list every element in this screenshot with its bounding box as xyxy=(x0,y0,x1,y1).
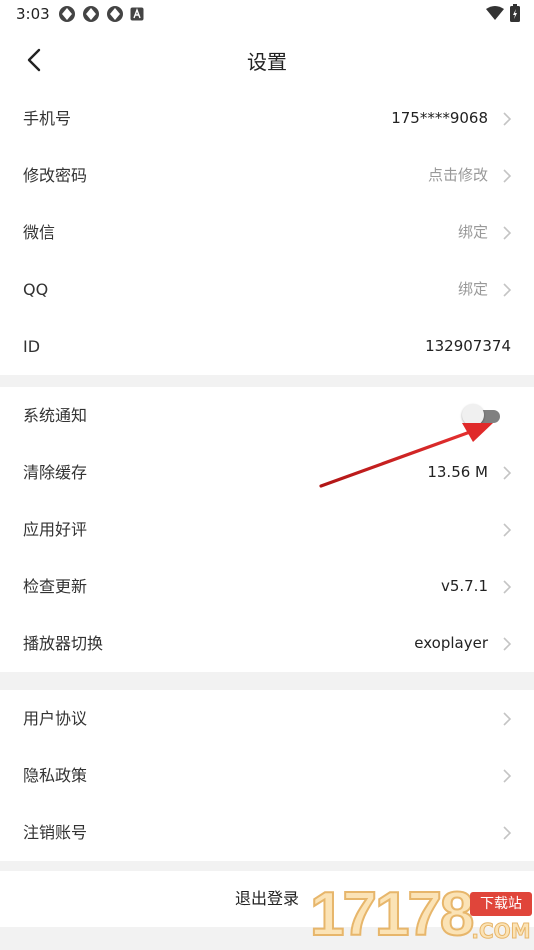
watermark-badge: 下载站 xyxy=(470,892,532,916)
settings-row-privacy-policy[interactable]: 隐私政策 xyxy=(0,747,534,804)
font-notification-icon xyxy=(130,7,144,21)
app-header: 设置 xyxy=(0,30,534,90)
settings-row-qq[interactable]: QQ 绑定 xyxy=(0,261,534,318)
row-label: 注销账号 xyxy=(23,823,88,842)
change-password-value: 点击修改 xyxy=(427,166,488,184)
settings-row-change-password[interactable]: 修改密码 点击修改 xyxy=(0,147,534,204)
row-label: QQ xyxy=(23,280,49,299)
settings-row-id: ID 132907374 xyxy=(0,318,534,375)
settings-row-delete-account[interactable]: 注销账号 xyxy=(0,804,534,861)
annotation-arrow-icon xyxy=(319,423,493,488)
row-label: 检查更新 xyxy=(23,577,88,596)
row-label: 播放器切换 xyxy=(23,634,104,653)
chevron-right-icon xyxy=(503,712,512,726)
qq-bind-value: 绑定 xyxy=(457,280,488,298)
site-watermark: 17178 下载站 .COM xyxy=(309,879,534,950)
settings-row-rate-app[interactable]: 应用好评 xyxy=(0,501,534,558)
watermark-digits: 17178 xyxy=(309,879,475,950)
notification-icons xyxy=(58,5,144,23)
system-icons xyxy=(486,4,520,22)
phone-value: 175****9068 xyxy=(391,109,488,127)
app-notification-icon xyxy=(59,6,75,22)
app-notification-icon xyxy=(107,6,123,22)
chevron-right-icon xyxy=(503,769,512,783)
row-label: 手机号 xyxy=(23,109,72,128)
status-bar: 3:03 xyxy=(0,0,534,30)
chevron-right-icon xyxy=(503,226,512,240)
settings-row-wechat[interactable]: 微信 绑定 xyxy=(0,204,534,261)
chevron-right-icon xyxy=(503,169,512,183)
account-settings-group: 手机号 175****9068 修改密码 点击修改 微信 绑定 QQ 绑定 ID… xyxy=(0,90,534,375)
settings-row-user-agreement[interactable]: 用户协议 xyxy=(0,690,534,747)
row-label: ID xyxy=(23,337,41,356)
app-notification-icon xyxy=(83,6,99,22)
user-id-value: 132907374 xyxy=(425,337,511,355)
row-label: 隐私政策 xyxy=(23,766,88,785)
chevron-right-icon xyxy=(503,112,512,126)
chevron-right-icon xyxy=(503,637,512,651)
row-label: 修改密码 xyxy=(23,166,88,185)
page-title: 设置 xyxy=(247,50,287,74)
settings-row-phone[interactable]: 手机号 175****9068 xyxy=(0,90,534,147)
status-time: 3:03 xyxy=(16,5,50,23)
settings-row-check-update[interactable]: 检查更新 v5.7.1 xyxy=(0,558,534,615)
row-label: 应用好评 xyxy=(23,520,88,539)
row-label: 清除缓存 xyxy=(23,463,88,482)
chevron-right-icon xyxy=(503,826,512,840)
battery-charging-icon xyxy=(510,4,520,22)
chevron-right-icon xyxy=(503,580,512,594)
row-label: 微信 xyxy=(23,223,56,242)
chevron-right-icon xyxy=(503,523,512,537)
version-value: v5.7.1 xyxy=(440,577,488,595)
player-value: exoplayer xyxy=(414,634,488,652)
watermark-suffix: .COM xyxy=(471,919,531,944)
chevron-right-icon xyxy=(503,283,512,297)
wifi-icon xyxy=(486,6,504,20)
wechat-bind-value: 绑定 xyxy=(457,223,488,241)
settings-row-player-switch[interactable]: 播放器切换 exoplayer xyxy=(0,615,534,672)
row-label: 用户协议 xyxy=(23,709,88,728)
legal-settings-group: 用户协议 隐私政策 注销账号 xyxy=(0,690,534,861)
row-label: 系统通知 xyxy=(23,406,88,425)
